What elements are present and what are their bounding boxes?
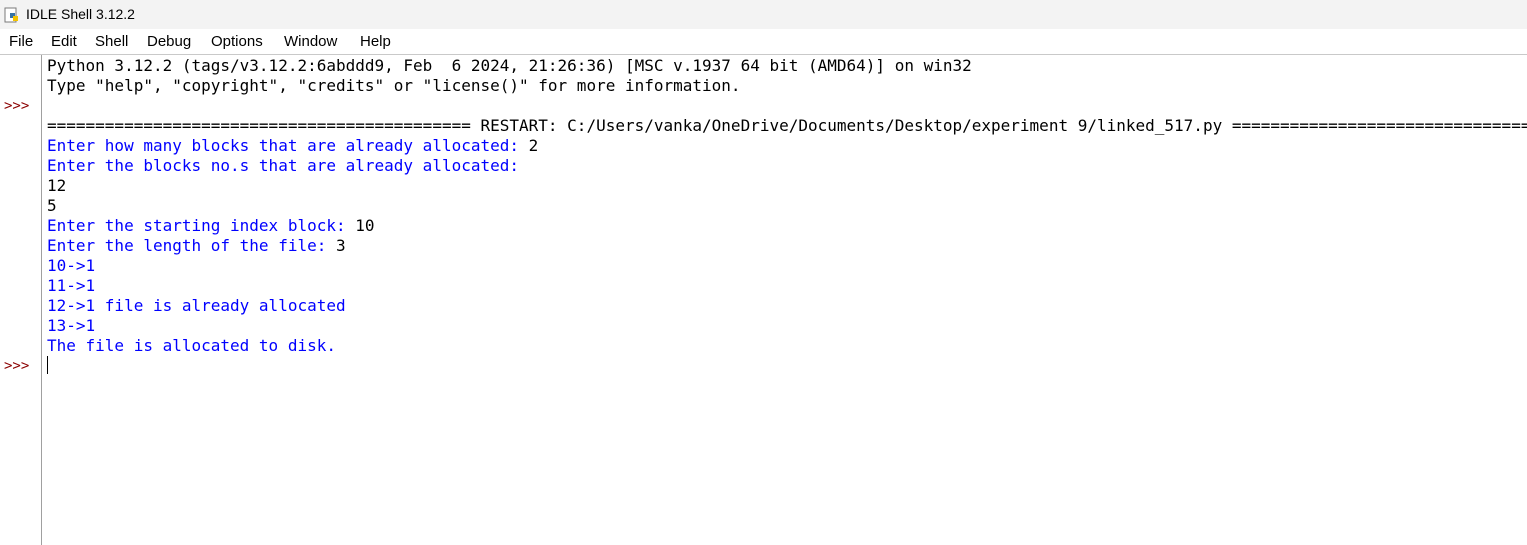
shell-line: Python 3.12.2 (tags/v3.12.2:6abddd9, Feb… — [47, 56, 972, 75]
menu-edit[interactable]: Edit — [51, 33, 77, 50]
restart-banner: ========================================… — [47, 116, 1527, 135]
menu-file[interactable]: File — [9, 33, 33, 50]
shell-line: 13->1 — [47, 316, 96, 335]
shell-line: Enter the starting index block: 10 — [47, 216, 375, 235]
menu-bar: File Edit Shell Debug Options Window Hel… — [0, 29, 1527, 55]
shell-line: Enter how many blocks that are already a… — [47, 136, 539, 155]
title-bar: IDLE Shell 3.12.2 — [0, 0, 1527, 29]
prompt-gutter: >>> >>> — [0, 55, 42, 545]
user-input: 12 — [47, 176, 67, 195]
shell-line: 12->1 file is already allocated — [47, 296, 346, 315]
menu-help[interactable]: Help — [360, 33, 391, 50]
shell-line: The file is allocated to disk. — [47, 336, 336, 355]
shell-line: 11->1 — [47, 276, 96, 295]
idle-python-icon — [4, 7, 18, 23]
shell-line: Type "help", "copyright", "credits" or "… — [47, 76, 741, 95]
menu-debug[interactable]: Debug — [147, 33, 191, 50]
user-input: 3 — [335, 236, 346, 255]
shell-prompt: >>> — [4, 358, 30, 374]
menu-window[interactable]: Window — [284, 33, 337, 50]
text-cursor — [47, 356, 48, 374]
menu-shell[interactable]: Shell — [95, 33, 128, 50]
user-input: 5 — [47, 196, 57, 215]
shell-output-area[interactable]: Python 3.12.2 (tags/v3.12.2:6abddd9, Feb… — [42, 55, 1527, 545]
shell-line: Enter the blocks no.s that are already a… — [47, 156, 520, 175]
shell-line: Enter the length of the file: 3 — [47, 236, 346, 255]
menu-options[interactable]: Options — [211, 33, 263, 50]
shell-line: 10->1 — [47, 256, 96, 275]
user-input: 10 — [355, 216, 375, 235]
window-title: IDLE Shell 3.12.2 — [26, 6, 135, 22]
user-input: 2 — [528, 136, 539, 155]
shell-prompt: >>> — [4, 98, 30, 114]
